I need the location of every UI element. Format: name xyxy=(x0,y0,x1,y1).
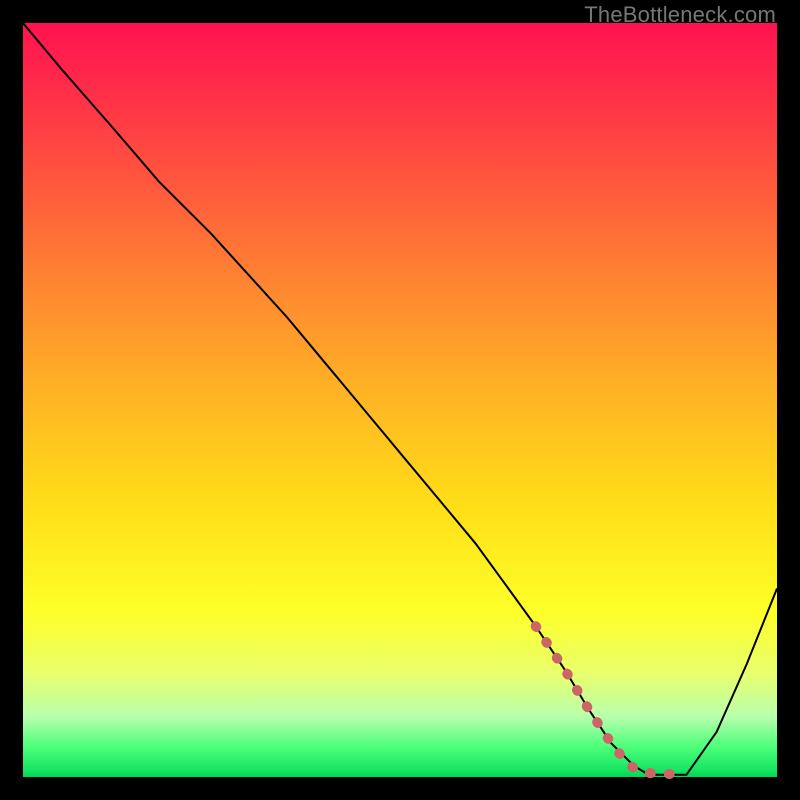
bottleneck-curve xyxy=(23,23,777,775)
optimal-range-marker xyxy=(536,626,687,774)
chart-svg xyxy=(23,23,777,777)
watermark-text: TheBottleneck.com xyxy=(584,2,776,28)
chart-area xyxy=(23,23,777,777)
